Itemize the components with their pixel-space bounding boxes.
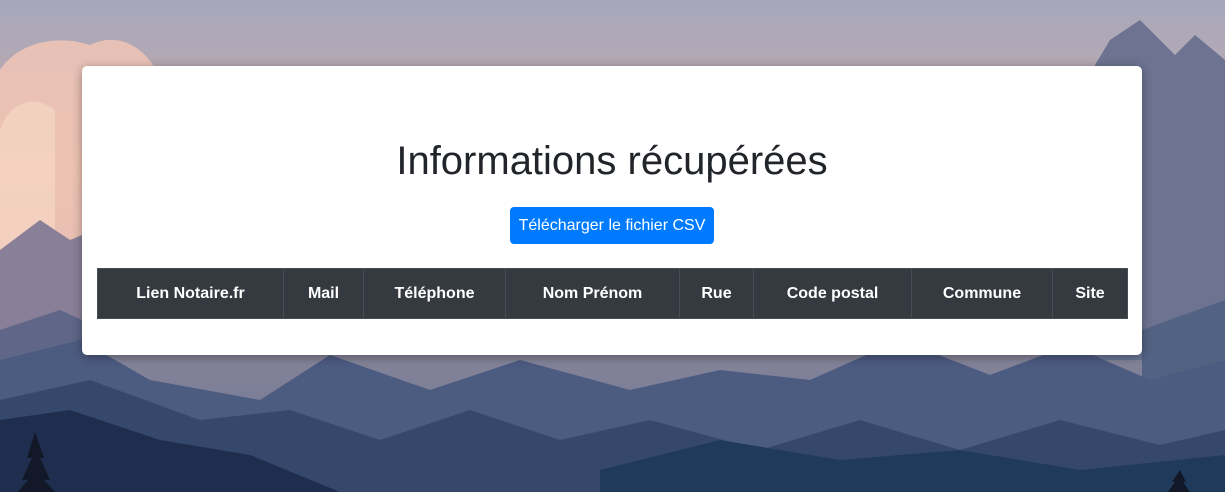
table-header-row: Lien Notaire.fr Mail Téléphone Nom Préno… [97,268,1128,319]
column-header-code-postal[interactable]: Code postal [753,268,912,319]
column-header-nom-prenom[interactable]: Nom Prénom [505,268,680,319]
page-title: Informations récupérées [396,139,828,183]
column-header-commune[interactable]: Commune [911,268,1053,319]
column-header-rue[interactable]: Rue [679,268,754,319]
results-table: Lien Notaire.fr Mail Téléphone Nom Préno… [97,268,1128,319]
column-header-mail[interactable]: Mail [283,268,364,319]
table-header: Lien Notaire.fr Mail Téléphone Nom Préno… [97,268,1128,319]
results-card: Informations récupérées Télécharger le f… [82,66,1142,355]
download-csv-button[interactable]: Télécharger le fichier CSV [510,207,714,244]
column-header-site[interactable]: Site [1052,268,1128,319]
column-header-lien-notaire[interactable]: Lien Notaire.fr [97,268,284,319]
column-header-telephone[interactable]: Téléphone [363,268,506,319]
